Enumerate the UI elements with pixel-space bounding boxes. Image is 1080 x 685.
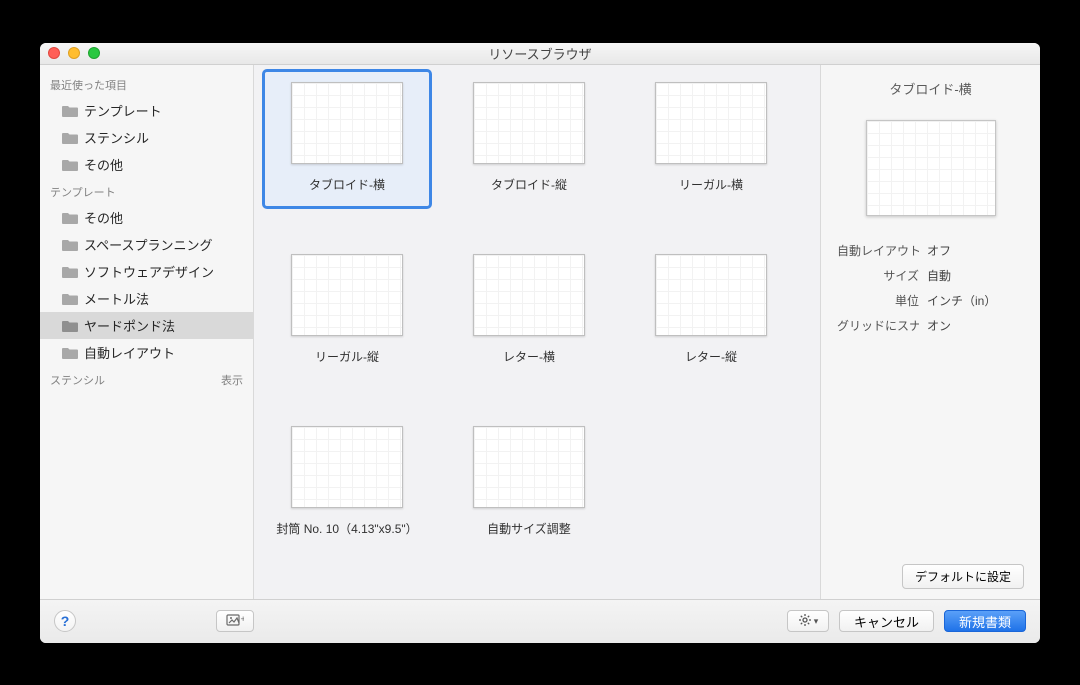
inspector-property-row: サイズ 自動 [837, 267, 1024, 284]
template-thumbnail [473, 82, 585, 164]
property-key: サイズ [837, 267, 919, 284]
sidebar-section-header: テンプレート [40, 178, 253, 204]
template-thumbnail [291, 426, 403, 508]
import-button[interactable]: + [216, 610, 254, 632]
sidebar-item-label: ステンシル [84, 128, 149, 147]
template-cell-legal-landscape[interactable]: リーガル-横 [626, 69, 796, 209]
sidebar-item-label: メートル法 [84, 289, 149, 308]
folder-icon [62, 319, 78, 332]
template-label: タブロイド-縦 [491, 172, 567, 200]
template-label: タブロイド-横 [309, 172, 385, 200]
template-label: リーガル-横 [679, 172, 743, 200]
property-key: 単位 [837, 292, 919, 309]
template-label: リーガル-縦 [315, 344, 379, 372]
body: 最近使った項目 テンプレート ステンシル その他 [40, 65, 1040, 599]
spacer [262, 383, 796, 411]
property-value: 自動 [927, 267, 1024, 284]
sidebar-section-header: ステンシル 表示 [40, 366, 253, 392]
titlebar: リソースブラウザ [40, 43, 1040, 65]
template-cell-tabloid-portrait[interactable]: タブロイド-縦 [444, 69, 614, 209]
template-cell-legal-portrait[interactable]: リーガル-縦 [262, 241, 432, 381]
sidebar-item-tmpl-software-design[interactable]: ソフトウェアデザイン [40, 258, 253, 285]
sidebar-item-recent-stencils[interactable]: ステンシル [40, 124, 253, 151]
sidebar-item-tmpl-imperial[interactable]: ヤードポンド法 [40, 312, 253, 339]
template-thumbnail [291, 82, 403, 164]
property-value: オフ [927, 242, 1024, 259]
inspector-title: タブロイド-横 [837, 79, 1024, 98]
import-icon: + [226, 613, 244, 630]
property-value: インチ（in） [927, 292, 1024, 309]
folder-icon [62, 292, 78, 305]
set-default-button[interactable]: デフォルトに設定 [902, 564, 1024, 589]
template-label: 自動サイズ調整 [487, 516, 571, 544]
sidebar-item-label: その他 [84, 155, 123, 174]
sidebar-item-label: 自動レイアウト [84, 343, 175, 362]
property-value: オン [927, 317, 1024, 334]
property-key: グリッドにスナップ [837, 317, 919, 334]
template-label: レター-横 [503, 344, 555, 372]
template-grid: タブロイド-横 タブロイド-縦 リーガル-横 リーガル-縦 レター [254, 65, 820, 577]
sidebar-item-tmpl-other[interactable]: その他 [40, 204, 253, 231]
sidebar-section-label: 最近使った項目 [50, 77, 127, 93]
new-document-button[interactable]: 新規書類 [944, 610, 1026, 632]
help-icon: ? [61, 613, 70, 629]
template-thumbnail [655, 82, 767, 164]
template-thumbnail [473, 254, 585, 336]
cancel-button[interactable]: キャンセル [839, 610, 934, 632]
inspector: タブロイド-横 自動レイアウト オフ サイズ 自動 単位 インチ（in） グリッ… [820, 65, 1040, 599]
folder-icon [62, 104, 78, 117]
help-button[interactable]: ? [54, 610, 76, 632]
folder-icon [62, 158, 78, 171]
action-menu-button[interactable]: ▾ [787, 610, 829, 632]
template-cell-envelope-10[interactable]: 封筒 No. 10（4.13"x9.5"） [262, 413, 432, 553]
inspector-preview [866, 120, 996, 216]
section-show-button[interactable]: 表示 [221, 372, 243, 388]
sidebar: 最近使った項目 テンプレート ステンシル その他 [40, 65, 254, 599]
template-thumbnail [473, 426, 585, 508]
template-cell-tabloid-landscape[interactable]: タブロイド-横 [262, 69, 432, 209]
folder-icon [62, 211, 78, 224]
template-cell-auto-size[interactable]: 自動サイズ調整 [444, 413, 614, 553]
folder-icon [62, 265, 78, 278]
sidebar-item-recent-templates[interactable]: テンプレート [40, 97, 253, 124]
property-key: 自動レイアウト [837, 242, 919, 259]
gear-icon [798, 613, 812, 630]
template-label: レター-縦 [685, 344, 737, 372]
template-thumbnail [655, 254, 767, 336]
sidebar-item-label: スペースプランニング [84, 235, 212, 254]
template-grid-container: タブロイド-横 タブロイド-縦 リーガル-横 リーガル-縦 レター [254, 65, 820, 599]
template-cell-letter-portrait[interactable]: レター-縦 [626, 241, 796, 381]
sidebar-item-label: テンプレート [84, 101, 162, 120]
footer: ? + ▾ キャンセル 新規書類 [40, 599, 1040, 643]
sidebar-item-tmpl-autolayout[interactable]: 自動レイアウト [40, 339, 253, 366]
inspector-property-row: 自動レイアウト オフ [837, 242, 1024, 259]
folder-icon [62, 346, 78, 359]
inspector-property-row: グリッドにスナップ オン [837, 317, 1024, 334]
window-title: リソースブラウザ [40, 44, 1040, 63]
chevron-down-icon: ▾ [814, 616, 819, 627]
sidebar-item-label: ヤードポンド法 [84, 316, 175, 335]
sidebar-section-label: ステンシル [50, 372, 105, 388]
template-cell-letter-landscape[interactable]: レター-横 [444, 241, 614, 381]
template-label: 封筒 No. 10（4.13"x9.5"） [276, 516, 417, 544]
sidebar-item-tmpl-metric[interactable]: メートル法 [40, 285, 253, 312]
inspector-property-row: 単位 インチ（in） [837, 292, 1024, 309]
sidebar-section-label: テンプレート [50, 184, 116, 200]
svg-text:+: + [241, 614, 245, 624]
inspector-properties: 自動レイアウト オフ サイズ 自動 単位 インチ（in） グリッドにスナップ オ… [837, 242, 1024, 334]
sidebar-item-label: ソフトウェアデザイン [84, 262, 214, 281]
sidebar-item-tmpl-space-planning[interactable]: スペースプランニング [40, 231, 253, 258]
spacer [262, 211, 796, 239]
sidebar-item-label: その他 [84, 208, 123, 227]
template-thumbnail [291, 254, 403, 336]
folder-icon [62, 238, 78, 251]
sidebar-section-header: 最近使った項目 [40, 71, 253, 97]
window: リソースブラウザ 最近使った項目 テンプレート ステンシル [40, 43, 1040, 643]
sidebar-item-recent-other[interactable]: その他 [40, 151, 253, 178]
folder-icon [62, 131, 78, 144]
